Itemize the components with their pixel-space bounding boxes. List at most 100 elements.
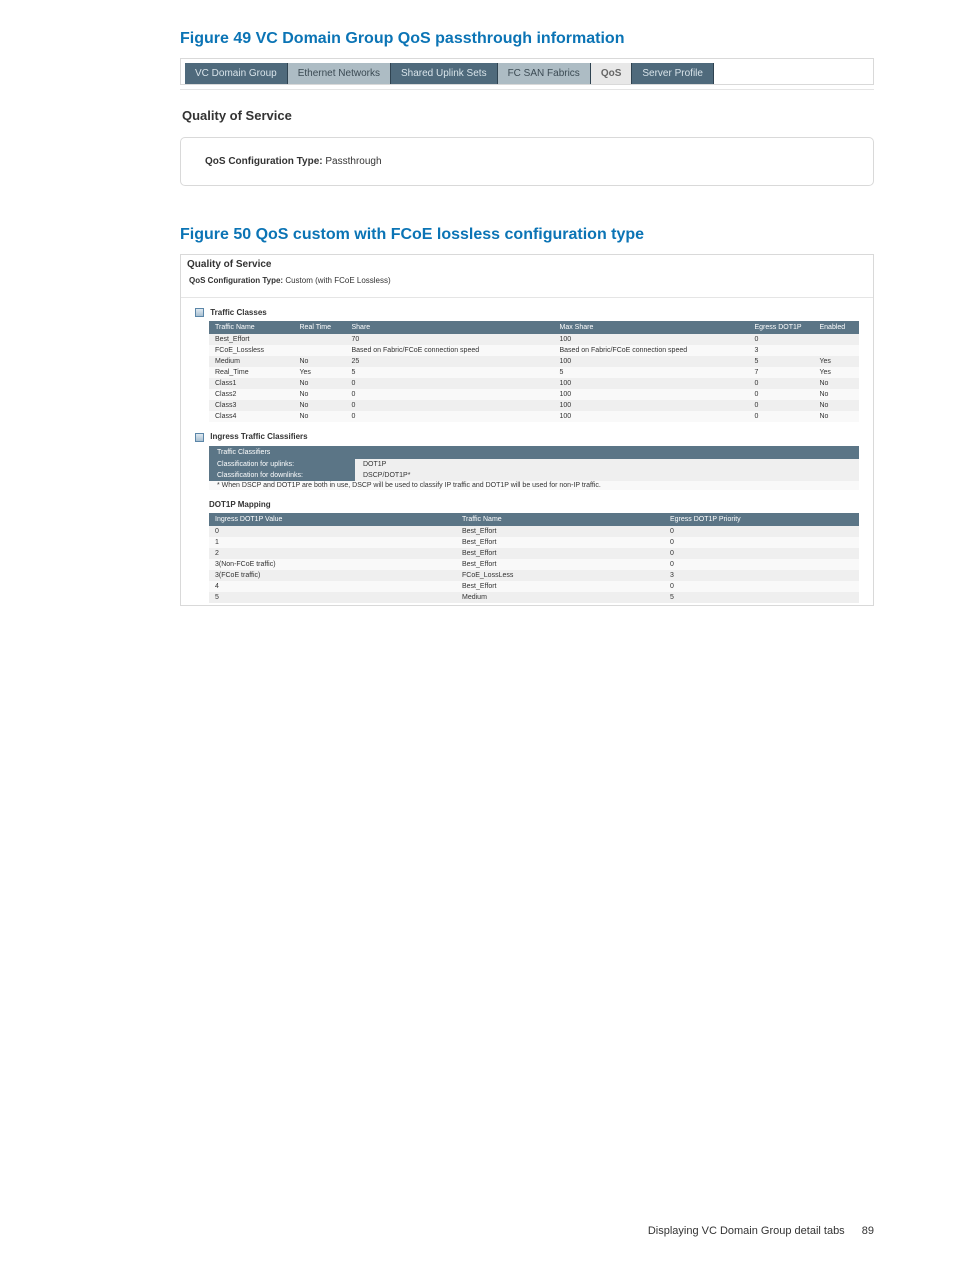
fig50-config-value: Custom (with FCoE Lossless)	[285, 276, 390, 285]
table-cell: No	[294, 411, 346, 422]
table-cell: 0	[346, 400, 554, 411]
table-cell: 3	[749, 345, 814, 356]
table-cell: No	[294, 378, 346, 389]
table-cell: 7	[749, 367, 814, 378]
tab-server-profile[interactable]: Server Profile	[632, 63, 714, 84]
table-cell: 0	[749, 411, 814, 422]
table-cell: No	[814, 378, 860, 389]
table-cell: 0	[664, 559, 859, 570]
col-real-time: Real Time	[294, 321, 346, 334]
table-cell: Best_Effort	[456, 581, 664, 592]
table-row: Real_TimeYes557Yes	[209, 367, 859, 378]
table-cell: 70	[346, 334, 554, 345]
fig49-config-label: QoS Configuration Type:	[205, 156, 323, 167]
table-row: Class2No01000No	[209, 389, 859, 400]
classification-uplinks-row: Classification for uplinks: DOT1P	[209, 459, 859, 470]
col-egress-dot1p: Egress DOT1P	[749, 321, 814, 334]
table-cell: 5	[554, 367, 749, 378]
divider	[180, 89, 874, 90]
fig49-config-value: Passthrough	[325, 156, 381, 167]
table-cell: 25	[346, 356, 554, 367]
fig49-qos-box: QoS Configuration Type: Passthrough	[180, 137, 874, 186]
col-ingress-dot1p-value: Ingress DOT1P Value	[209, 513, 456, 526]
fig50-config-line: QoS Configuration Type: Custom (with FCo…	[181, 274, 873, 298]
table-row: MediumNo251005Yes	[209, 356, 859, 367]
ingress-classifiers-label: Ingress Traffic Classifiers	[210, 432, 307, 441]
table-cell: 100	[554, 356, 749, 367]
table-cell: Best_Effort	[456, 537, 664, 548]
table-cell: 0	[664, 526, 859, 537]
table-row: 2Best_Effort0	[209, 548, 859, 559]
ingress-classifiers-title: Ingress Traffic Classifiers	[181, 422, 873, 445]
table-cell: 100	[554, 378, 749, 389]
classification-downlinks-value: DSCP/DOT1P*	[355, 470, 859, 481]
table-row: Class3No01000No	[209, 400, 859, 411]
table-cell: 100	[554, 389, 749, 400]
tab-vc-domain-group[interactable]: VC Domain Group	[185, 63, 288, 84]
table-row: 5Medium5	[209, 592, 859, 603]
table-cell: 3	[664, 570, 859, 581]
fig49-qos-heading: Quality of Service	[180, 102, 874, 129]
table-cell: 1	[209, 537, 456, 548]
table-cell: Class1	[209, 378, 294, 389]
table-cell: 0	[664, 581, 859, 592]
table-cell: 0	[346, 378, 554, 389]
table-cell: 5	[209, 592, 456, 603]
table-row: FCoE_LosslessBased on Fabric/FCoE connec…	[209, 345, 859, 356]
table-cell: 0	[209, 526, 456, 537]
collapse-icon[interactable]	[195, 433, 204, 442]
table-cell: Best_Effort	[456, 548, 664, 559]
table-cell: Real_Time	[209, 367, 294, 378]
table-cell	[294, 345, 346, 356]
table-cell	[814, 345, 860, 356]
page-footer: Displaying VC Domain Group detail tabs 8…	[648, 1225, 874, 1237]
table-row: Class1No01000No	[209, 378, 859, 389]
dot1p-mapping-table: Ingress DOT1P Value Traffic Name Egress …	[209, 513, 859, 603]
fig49-config-line: QoS Configuration Type: Passthrough	[191, 148, 863, 175]
collapse-icon[interactable]	[195, 308, 204, 317]
col-egress-dot1p-priority: Egress DOT1P Priority	[664, 513, 859, 526]
traffic-classifiers-header: Traffic Classifiers	[209, 446, 859, 459]
table-cell: 2	[209, 548, 456, 559]
classification-uplinks-value: DOT1P	[355, 459, 859, 470]
table-cell: 0	[346, 411, 554, 422]
table-cell: No	[814, 389, 860, 400]
col-share: Share	[346, 321, 554, 334]
fig50-qos-heading: Quality of Service	[181, 255, 873, 274]
table-cell: 3(FCoE traffic)	[209, 570, 456, 581]
table-cell: Based on Fabric/FCoE connection speed	[554, 345, 749, 356]
tab-qos[interactable]: QoS	[591, 63, 633, 84]
classification-note: * When DSCP and DOT1P are both in use, D…	[209, 481, 859, 490]
table-cell: Based on Fabric/FCoE connection speed	[346, 345, 554, 356]
table-row: 3(Non-FCoE traffic)Best_Effort0	[209, 559, 859, 570]
footer-page-number: 89	[862, 1225, 874, 1237]
table-cell: Medium	[456, 592, 664, 603]
table-row: 3(FCoE traffic)FCoE_LossLess3	[209, 570, 859, 581]
table-cell: 3(Non-FCoE traffic)	[209, 559, 456, 570]
table-row: Class4No01000No	[209, 411, 859, 422]
col-max-share: Max Share	[554, 321, 749, 334]
fig50-panel: Quality of Service QoS Configuration Typ…	[180, 254, 874, 606]
table-cell: Medium	[209, 356, 294, 367]
fig50-config-label: QoS Configuration Type:	[189, 276, 283, 285]
table-cell: Yes	[294, 367, 346, 378]
table-row: Best_Effort701000	[209, 334, 859, 345]
tab-fc-san-fabrics[interactable]: FC SAN Fabrics	[498, 63, 591, 84]
fig49-tab-bar: VC Domain Group Ethernet Networks Shared…	[180, 58, 874, 85]
table-cell: No	[294, 400, 346, 411]
tab-shared-uplink-sets[interactable]: Shared Uplink Sets	[391, 63, 498, 84]
dot1p-mapping-title: DOT1P Mapping	[181, 490, 873, 513]
table-cell: No	[294, 389, 346, 400]
table-cell: Class3	[209, 400, 294, 411]
table-cell: 0	[749, 389, 814, 400]
table-header-row: Traffic Name Real Time Share Max Share E…	[209, 321, 859, 334]
classification-downlinks-label: Classification for downlinks:	[209, 470, 355, 481]
col-enabled: Enabled	[814, 321, 860, 334]
tab-ethernet-networks[interactable]: Ethernet Networks	[288, 63, 391, 84]
traffic-classifiers-box: Traffic Classifiers Classification for u…	[209, 446, 859, 490]
traffic-classes-table: Traffic Name Real Time Share Max Share E…	[209, 321, 859, 422]
table-cell: Best_Effort	[209, 334, 294, 345]
table-cell: 0	[749, 378, 814, 389]
table-row: 4Best_Effort0	[209, 581, 859, 592]
table-cell: 100	[554, 411, 749, 422]
